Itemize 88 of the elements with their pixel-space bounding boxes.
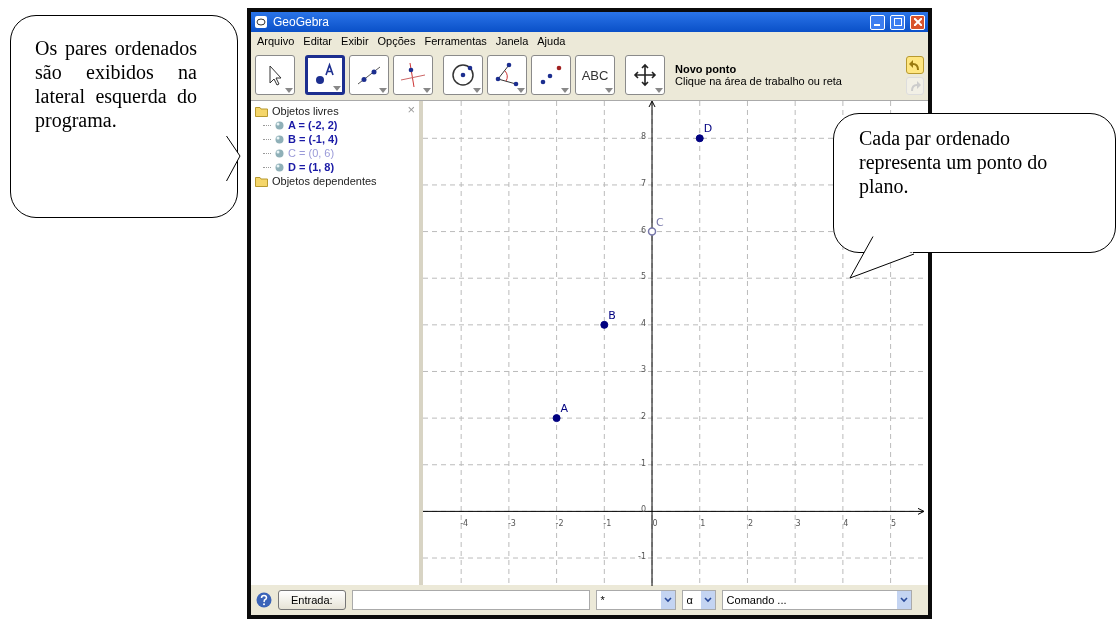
tick-label: 4 [843,519,849,529]
tick-label: 2 [747,519,753,529]
maximize-button[interactable] [890,14,905,30]
sphere-icon [275,162,284,172]
tick-label: 4 [640,318,647,328]
menu-item[interactable]: Opções [377,35,416,47]
data-point[interactable] [695,134,704,143]
dropdown-triangle-icon [655,88,663,93]
tick-label: 8 [640,132,647,142]
tick-label: 3 [640,365,647,375]
sphere-icon [275,148,284,158]
menu-item[interactable]: Ajuda [537,35,566,47]
tick-label: -1 [603,519,612,529]
angle-icon [493,61,521,89]
dropdown-triangle-icon [423,88,431,93]
dropdown-triangle-icon [285,88,293,93]
menu-item[interactable]: Ferramentas [424,35,487,47]
tick-label: 1 [700,519,706,529]
tool-button[interactable] [531,55,571,95]
tick-label: 2 [640,412,647,422]
point-label: C [656,215,664,229]
tool-button[interactable]: ABC [575,55,615,95]
menu-item[interactable]: Janela [495,35,529,47]
menu-item[interactable]: Editar [303,35,333,47]
tick-label: -1 [638,552,647,561]
menu-item[interactable]: Exibir [341,35,369,47]
tick-label: 1 [640,458,647,468]
dropdown-triangle-icon [333,86,341,91]
input-button[interactable]: Entrada: [278,590,346,610]
help-icon[interactable] [256,592,272,608]
sphere-icon [275,134,284,144]
tool-hint: Clique na área de trabalho ou reta [675,75,843,87]
tool-button[interactable] [349,55,389,95]
tick-label: 5 [640,272,647,282]
chevron-down-icon [703,597,712,603]
tool-button[interactable] [487,55,527,95]
point-label: B [608,308,616,322]
tick-label: -3 [507,519,516,529]
menu-item[interactable]: Arquivo [257,35,295,47]
point-label: A [560,402,569,416]
tick-label: 7 [640,178,647,188]
tool-button[interactable] [443,55,483,95]
chevron-down-icon [663,597,672,603]
dropdown-triangle-icon [561,88,569,93]
tick-label: 0 [652,519,658,529]
tool-title: Novo ponto [675,63,738,75]
move-arrows-icon [631,61,659,89]
data-point[interactable] [600,320,609,329]
input-field[interactable] [351,590,590,610]
object-label[interactable]: D = (1, 8) [288,161,335,173]
folder-label[interactable]: Objetos livres [272,105,339,117]
close-button[interactable] [910,14,925,30]
point-label: D [703,122,713,136]
folder-icon [255,105,268,117]
tick-label: 5 [891,519,897,529]
undo-icon [909,58,921,71]
object-label[interactable]: B = (-1, 4) [288,133,338,145]
maximize-icon [893,18,902,26]
chevron-down-icon [899,597,908,603]
close-icon [913,18,922,26]
dropdown-triangle-icon [605,88,613,93]
window-title: GeoGebra [273,15,331,29]
greek-dropdown[interactable]: α [681,590,716,610]
app-logo-icon [254,15,268,29]
circle-icon [449,61,477,89]
callout-text: Os pares ordenados são exibidos na lateral esquerda do programa. [35,36,197,132]
command-dropdown[interactable]: Comando ... [721,590,912,610]
object-label[interactable]: A = (-2, 2) [288,119,338,131]
tick-label: 0 [640,505,647,515]
perpendicular-lines-icon [399,61,427,89]
undo-button[interactable] [906,55,924,74]
symbol-dropdown[interactable]: * [595,590,676,610]
callout-text: Cada par ordenado representa um ponto do plano. [859,126,1049,198]
tick-label: -4 [460,519,469,529]
minimize-button[interactable] [870,14,885,30]
folder-icon [255,175,268,187]
tick-label: 6 [640,225,647,235]
tool-button[interactable] [625,55,665,95]
tool-button[interactable] [305,55,345,95]
folder-label[interactable]: Objetos dependentes [272,175,377,187]
tick-label: 3 [795,519,801,529]
dropdown-triangle-icon [473,88,481,93]
redo-icon [909,79,921,92]
sphere-icon [275,120,284,130]
dropdown-triangle-icon [379,88,387,93]
data-point[interactable] [552,414,561,423]
tick-label: -2 [555,519,564,529]
dropdown-triangle-icon [517,88,525,93]
